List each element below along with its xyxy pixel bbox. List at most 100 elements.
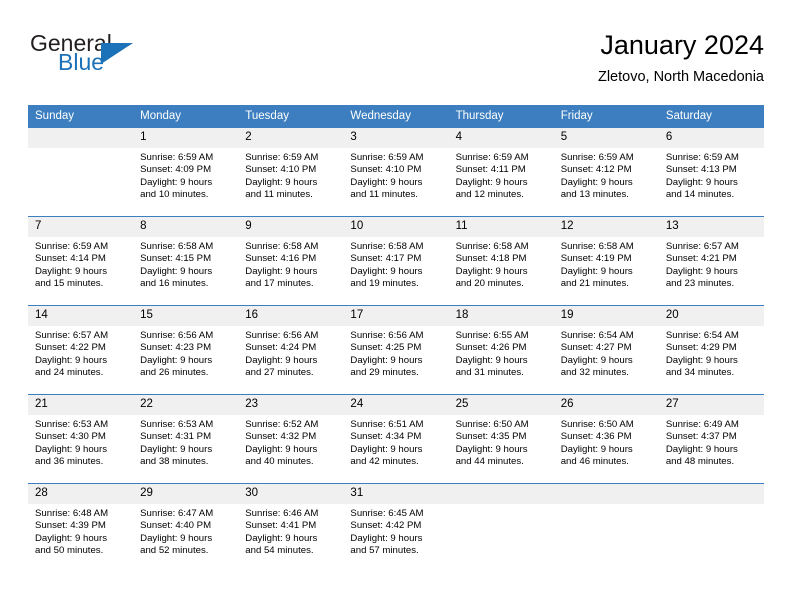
daylight-text: Daylight: 9 hours bbox=[455, 265, 528, 277]
day-details bbox=[28, 148, 133, 152]
sunrise-text: Sunrise: 6:59 AM bbox=[560, 152, 634, 163]
sunset-text: Sunset: 4:34 PM bbox=[350, 431, 422, 443]
calendar-week-row: 14 Sunrise: 6:57 AM Sunset: 4:22 PM Dayligh… bbox=[28, 305, 764, 395]
sunrise-text: Sunrise: 6:46 AM bbox=[245, 508, 319, 519]
calendar-body: 1 Sunrise: 6:59 AM Sunset: 4:09 PM Daylight… bbox=[28, 127, 764, 572]
day-details: Sunrise: 6:49 AM Sunset: 4:37 PM Daylight:… bbox=[659, 415, 764, 469]
daylight-text: and 54 minutes. bbox=[245, 545, 314, 557]
day-details: Sunrise: 6:57 AM Sunset: 4:21 PM Daylight:… bbox=[659, 237, 764, 291]
calendar-day-cell[interactable]: 8 Sunrise: 6:58 AM Sunset: 4:15 PM Daylight… bbox=[133, 216, 239, 306]
daylight-text: and 21 minutes. bbox=[560, 278, 629, 290]
calendar-day-cell-empty bbox=[28, 127, 134, 217]
daylight-text: and 32 minutes. bbox=[560, 367, 629, 379]
daylight-text: and 24 minutes. bbox=[35, 367, 104, 379]
sunrise-text: Sunrise: 6:57 AM bbox=[35, 330, 109, 341]
calendar-day-cell[interactable]: 26 Sunrise: 6:50 AM Sunset: 4:36 PM Dayligh… bbox=[553, 394, 659, 484]
day-number: 1 bbox=[133, 128, 239, 148]
calendar-day-cell[interactable]: 11 Sunrise: 6:58 AM Sunset: 4:18 PM Dayligh… bbox=[448, 216, 554, 306]
daylight-text: Daylight: 9 hours bbox=[140, 176, 213, 188]
sunrise-text: Sunrise: 6:56 AM bbox=[350, 330, 424, 341]
calendar-day-cell[interactable]: 25 Sunrise: 6:50 AM Sunset: 4:35 PM Dayligh… bbox=[448, 394, 554, 484]
daylight-text: Daylight: 9 hours bbox=[455, 354, 528, 366]
calendar-day-cell[interactable]: 15 Sunrise: 6:56 AM Sunset: 4:23 PM Dayligh… bbox=[133, 305, 239, 395]
calendar-day-cell[interactable]: 31 Sunrise: 6:45 AM Sunset: 4:42 PM Dayligh… bbox=[343, 483, 449, 572]
day-details: Sunrise: 6:58 AM Sunset: 4:17 PM Daylight:… bbox=[343, 237, 448, 291]
weekday-header-sunday: Sunday bbox=[28, 105, 134, 128]
daylight-text: Daylight: 9 hours bbox=[245, 176, 318, 188]
daylight-text: and 10 minutes. bbox=[140, 189, 209, 201]
sunset-text: Sunset: 4:42 PM bbox=[350, 520, 422, 532]
calendar-day-cell[interactable]: 27 Sunrise: 6:49 AM Sunset: 4:37 PM Dayligh… bbox=[658, 394, 764, 484]
daylight-text: Daylight: 9 hours bbox=[245, 443, 318, 455]
day-details: Sunrise: 6:57 AM Sunset: 4:22 PM Daylight:… bbox=[28, 326, 133, 380]
calendar-week-row: 1 Sunrise: 6:59 AM Sunset: 4:09 PM Daylight… bbox=[28, 127, 764, 217]
day-details: Sunrise: 6:56 AM Sunset: 4:24 PM Daylight:… bbox=[238, 326, 343, 380]
sunrise-text: Sunrise: 6:51 AM bbox=[350, 419, 424, 430]
calendar-day-cell[interactable]: 29 Sunrise: 6:47 AM Sunset: 4:40 PM Dayligh… bbox=[133, 483, 239, 572]
calendar-day-cell[interactable]: 4 Sunrise: 6:59 AM Sunset: 4:11 PM Daylight… bbox=[448, 127, 554, 217]
daylight-text: and 19 minutes. bbox=[350, 278, 419, 290]
daylight-text: Daylight: 9 hours bbox=[140, 354, 213, 366]
sunset-text: Sunset: 4:30 PM bbox=[35, 431, 106, 443]
calendar-week-row: 21 Sunrise: 6:53 AM Sunset: 4:30 PM Dayligh… bbox=[28, 394, 764, 484]
calendar-day-cell[interactable]: 14 Sunrise: 6:57 AM Sunset: 4:22 PM Dayligh… bbox=[28, 305, 134, 395]
daylight-text: Daylight: 9 hours bbox=[350, 443, 423, 455]
calendar-day-cell[interactable]: 3 Sunrise: 6:59 AM Sunset: 4:10 PM Daylight… bbox=[343, 127, 449, 217]
calendar-day-cell[interactable]: 28 Sunrise: 6:48 AM Sunset: 4:39 PM Dayligh… bbox=[28, 483, 134, 572]
daylight-text: Daylight: 9 hours bbox=[560, 354, 633, 366]
sunset-text: Sunset: 4:21 PM bbox=[665, 253, 737, 265]
day-number: 22 bbox=[133, 395, 239, 415]
calendar-day-cell[interactable]: 16 Sunrise: 6:56 AM Sunset: 4:24 PM Dayligh… bbox=[238, 305, 344, 395]
calendar-day-cell[interactable]: 10 Sunrise: 6:58 AM Sunset: 4:17 PM Dayligh… bbox=[343, 216, 449, 306]
day-number: 4 bbox=[448, 128, 554, 148]
day-number: 17 bbox=[343, 306, 449, 326]
day-number: 15 bbox=[133, 306, 239, 326]
calendar-day-cell[interactable]: 22 Sunrise: 6:53 AM Sunset: 4:31 PM Dayligh… bbox=[133, 394, 239, 484]
daylight-text: and 20 minutes. bbox=[455, 278, 524, 290]
daylight-text: Daylight: 9 hours bbox=[35, 265, 107, 277]
calendar-day-cell[interactable]: 20 Sunrise: 6:54 AM Sunset: 4:29 PM Dayligh… bbox=[658, 305, 764, 395]
calendar-day-cell[interactable]: 23 Sunrise: 6:52 AM Sunset: 4:32 PM Dayligh… bbox=[238, 394, 344, 484]
calendar-day-cell[interactable]: 17 Sunrise: 6:56 AM Sunset: 4:25 PM Dayligh… bbox=[343, 305, 449, 395]
calendar-day-cell[interactable]: 5 Sunrise: 6:59 AM Sunset: 4:12 PM Daylight… bbox=[553, 127, 659, 217]
calendar-day-cell[interactable]: 24 Sunrise: 6:51 AM Sunset: 4:34 PM Dayligh… bbox=[343, 394, 449, 484]
sunset-text: Sunset: 4:22 PM bbox=[35, 342, 106, 354]
calendar-day-cell-empty bbox=[553, 483, 659, 572]
daylight-text: Daylight: 9 hours bbox=[140, 532, 213, 544]
day-details: Sunrise: 6:59 AM Sunset: 4:14 PM Daylight:… bbox=[28, 237, 133, 291]
calendar-day-cell[interactable]: 9 Sunrise: 6:58 AM Sunset: 4:16 PM Daylight… bbox=[238, 216, 344, 306]
day-details: Sunrise: 6:55 AM Sunset: 4:26 PM Daylight:… bbox=[449, 326, 554, 380]
day-number: 23 bbox=[238, 395, 344, 415]
day-number: 18 bbox=[448, 306, 554, 326]
sunrise-text: Sunrise: 6:54 AM bbox=[665, 330, 739, 341]
sunrise-text: Sunrise: 6:58 AM bbox=[350, 241, 424, 252]
day-number: 7 bbox=[28, 217, 134, 237]
calendar-day-cell[interactable]: 2 Sunrise: 6:59 AM Sunset: 4:10 PM Daylight… bbox=[238, 127, 344, 217]
calendar-day-cell[interactable]: 12 Sunrise: 6:58 AM Sunset: 4:19 PM Dayligh… bbox=[553, 216, 659, 306]
daylight-text: and 31 minutes. bbox=[455, 367, 524, 379]
calendar-day-cell[interactable]: 13 Sunrise: 6:57 AM Sunset: 4:21 PM Dayligh… bbox=[658, 216, 764, 306]
sunset-text: Sunset: 4:31 PM bbox=[140, 431, 212, 443]
day-details: Sunrise: 6:45 AM Sunset: 4:42 PM Daylight:… bbox=[343, 504, 448, 558]
day-details: Sunrise: 6:58 AM Sunset: 4:18 PM Daylight:… bbox=[449, 237, 554, 291]
sunset-text: Sunset: 4:23 PM bbox=[140, 342, 212, 354]
calendar-day-cell[interactable]: 18 Sunrise: 6:55 AM Sunset: 4:26 PM Dayligh… bbox=[448, 305, 554, 395]
calendar-day-cell[interactable]: 21 Sunrise: 6:53 AM Sunset: 4:30 PM Dayligh… bbox=[28, 394, 134, 484]
calendar-day-cell[interactable]: 6 Sunrise: 6:59 AM Sunset: 4:13 PM Daylight… bbox=[658, 127, 764, 217]
day-number: 5 bbox=[553, 128, 659, 148]
daylight-text: Daylight: 9 hours bbox=[350, 176, 423, 188]
calendar-day-cell[interactable]: 19 Sunrise: 6:54 AM Sunset: 4:27 PM Dayligh… bbox=[553, 305, 659, 395]
day-details: Sunrise: 6:53 AM Sunset: 4:30 PM Daylight:… bbox=[28, 415, 133, 469]
day-number: 2 bbox=[238, 128, 344, 148]
general-blue-logo[interactable]: General Blue bbox=[28, 30, 268, 92]
calendar-day-cell[interactable]: 30 Sunrise: 6:46 AM Sunset: 4:41 PM Dayligh… bbox=[238, 483, 344, 572]
day-details bbox=[554, 504, 659, 508]
calendar-day-cell[interactable]: 7 Sunrise: 6:59 AM Sunset: 4:14 PM Daylight… bbox=[28, 216, 134, 306]
day-number: 10 bbox=[343, 217, 449, 237]
sunset-text: Sunset: 4:13 PM bbox=[665, 164, 737, 176]
calendar-day-cell[interactable]: 1 Sunrise: 6:59 AM Sunset: 4:09 PM Daylight… bbox=[133, 127, 239, 217]
daylight-text: and 48 minutes. bbox=[665, 456, 735, 468]
daylight-text: and 14 minutes. bbox=[665, 189, 735, 201]
day-details: Sunrise: 6:56 AM Sunset: 4:23 PM Daylight:… bbox=[133, 326, 238, 380]
day-number: 8 bbox=[133, 217, 239, 237]
